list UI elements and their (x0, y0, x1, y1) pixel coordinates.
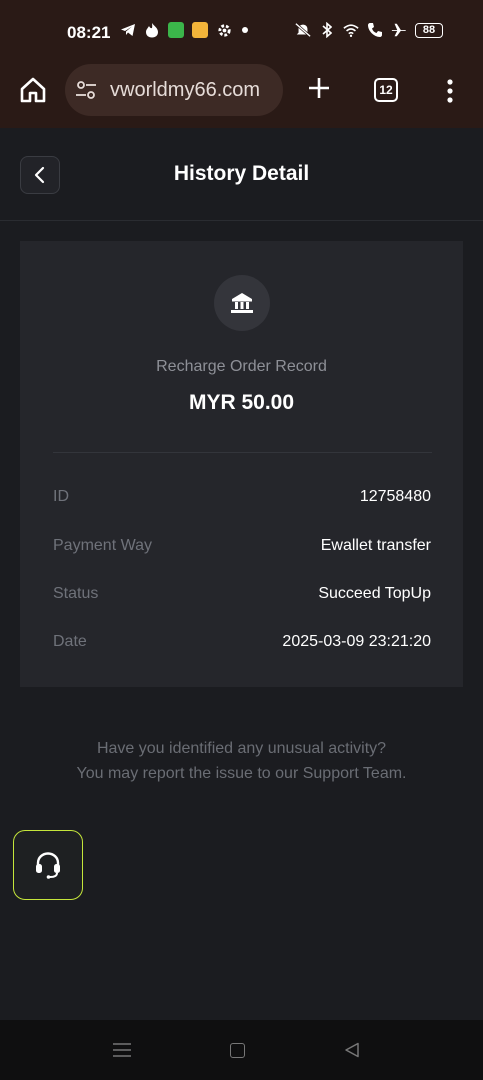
detail-value: 2025-03-09 23:21:20 (282, 633, 431, 650)
page-header: History Detail (0, 129, 483, 221)
status-time: 08:21 (67, 23, 111, 42)
status-right-icons: 88 (295, 22, 443, 38)
app-green-icon (168, 22, 184, 38)
wifi-icon (343, 22, 359, 38)
support-button[interactable] (13, 830, 83, 900)
more-vertical-icon (447, 79, 453, 103)
menu-lines-icon (113, 1043, 131, 1057)
detail-value: Ewallet transfer (320, 537, 431, 554)
address-bar[interactable]: vworldmy66.com (65, 64, 283, 116)
headset-icon (36, 852, 60, 879)
home-button[interactable] (18, 75, 48, 105)
page-title: History Detail (173, 162, 310, 185)
tinder-icon (144, 22, 160, 38)
settings-icon (216, 22, 232, 38)
bank-icon (214, 275, 270, 331)
help-line-1: Have you identified any unusual activity… (96, 740, 387, 757)
record-title: Recharge Order Record (156, 358, 327, 375)
detail-row-status: Status Succeed TopUp (53, 585, 431, 609)
home-icon (20, 77, 46, 103)
record-amount: MYR 50.00 (188, 391, 295, 414)
detail-label: Date (53, 633, 87, 650)
telegram-icon (120, 22, 136, 38)
detail-row-id: ID 12758480 (53, 488, 431, 512)
plus-icon (309, 78, 329, 98)
app-yellow-icon (192, 22, 208, 38)
triangle-back-icon (345, 1042, 359, 1058)
detail-row-date: Date 2025-03-09 23:21:20 (53, 633, 431, 657)
detail-label: Payment Way (53, 537, 152, 554)
detail-label: ID (53, 488, 69, 505)
detail-value: 12758480 (359, 488, 431, 505)
browser-chrome: 08:21 88 vworldmy66.com 12 (0, 0, 483, 128)
mute-icon (295, 22, 311, 38)
system-home-button[interactable] (230, 1043, 245, 1058)
wifi-call-icon (367, 22, 383, 38)
airplane-icon (391, 22, 407, 38)
record-card: Recharge Order Record MYR 50.00 ID 12758… (20, 241, 463, 687)
site-settings-icon[interactable] (75, 79, 97, 101)
tab-switcher-button[interactable]: 12 (374, 78, 398, 102)
system-back-button[interactable] (344, 1042, 360, 1058)
bluetooth-icon (319, 22, 335, 38)
browser-menu-button[interactable] (443, 77, 457, 105)
help-line-2: You may report the issue to our Support … (76, 765, 407, 782)
divider (53, 452, 432, 453)
recent-apps-button[interactable] (113, 1043, 131, 1057)
system-nav-bar (0, 1020, 483, 1080)
address-bar-row: vworldmy66.com 12 (0, 60, 483, 122)
status-bar: 08:21 88 (0, 0, 483, 60)
notification-dot-icon (242, 27, 248, 33)
status-left-icons (120, 22, 248, 38)
help-text: Have you identified any unusual activity… (0, 736, 483, 786)
new-tab-button[interactable] (306, 75, 332, 101)
detail-value: Succeed TopUp (318, 585, 431, 602)
detail-label: Status (53, 585, 99, 602)
battery-indicator: 88 (415, 22, 443, 38)
detail-row-payment-way: Payment Way Ewallet transfer (53, 537, 431, 561)
url-text: vworldmy66.com (110, 79, 261, 101)
